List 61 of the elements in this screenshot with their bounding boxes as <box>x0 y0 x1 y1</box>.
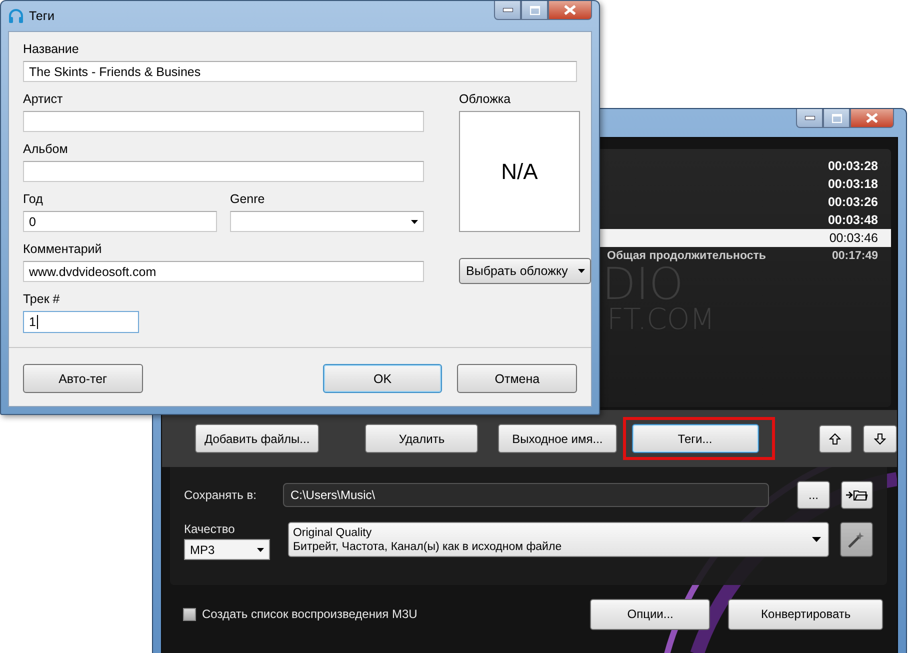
dropdown-arrow-icon <box>411 220 418 224</box>
field-label: Genre <box>230 191 266 207</box>
minimize-button[interactable] <box>796 109 823 128</box>
playlist-checkbox[interactable] <box>183 608 196 620</box>
field-label: Артист <box>23 91 64 107</box>
title-field[interactable]: The Skints - Friends & Busines <box>23 61 577 82</box>
cover-label: Обложка <box>459 91 512 107</box>
playlist-checkbox-label: Создать список воспроизведения M3U <box>202 607 418 621</box>
close-button[interactable] <box>548 1 592 20</box>
close-button[interactable] <box>850 109 894 128</box>
comment-field[interactable]: www.dvdvideosoft.com <box>23 261 424 282</box>
quality-preset-dropdown[interactable]: Original Quality Битрейт, Частота, Канал(ы) как в исходном файле <box>288 522 829 557</box>
field-label: Альбом <box>23 141 69 157</box>
track-field[interactable]: 1 <box>23 311 139 333</box>
field-label: Название <box>23 41 80 57</box>
headphones-icon <box>8 8 24 24</box>
output-name-button[interactable]: Выходное имя... <box>498 424 616 453</box>
ok-button[interactable]: OK <box>322 364 442 393</box>
minimize-icon <box>502 8 512 12</box>
artist-field[interactable] <box>23 111 424 132</box>
minimize-icon <box>804 116 814 120</box>
dropdown-arrow-icon <box>812 537 821 542</box>
dropdown-arrow-icon <box>257 548 264 552</box>
down-arrow-icon <box>874 432 886 444</box>
open-folder-button[interactable] <box>840 481 874 509</box>
cancel-button[interactable]: Отмена <box>457 364 578 393</box>
field-label: Комментарий <box>23 241 103 257</box>
maximize-icon <box>832 114 842 122</box>
dropdown-arrow-icon <box>578 269 585 273</box>
close-icon <box>866 113 878 123</box>
wizard-button[interactable] <box>840 522 874 557</box>
tags-button[interactable]: Теги... <box>632 424 758 453</box>
move-down-button[interactable] <box>863 424 897 452</box>
choose-cover-button[interactable]: Выбрать обложку <box>459 258 591 284</box>
year-field[interactable]: 0 <box>23 211 217 232</box>
convert-button[interactable]: Конвертировать <box>728 598 884 630</box>
format-dropdown[interactable]: MP3 <box>184 539 270 560</box>
browse-button[interactable]: ... <box>797 481 830 509</box>
window-title: Теги <box>29 9 54 23</box>
output-folder-field[interactable]: C:\Users\Music\ <box>283 483 770 507</box>
cover-art-box: N/A <box>459 111 580 232</box>
total-duration-value: 00:17:49 <box>832 249 878 264</box>
maximize-button[interactable] <box>521 1 548 20</box>
total-duration-label: Общая продолжительность <box>607 249 766 264</box>
magic-wand-icon <box>847 530 866 548</box>
auto-tag-button[interactable]: Авто-тег <box>23 364 143 393</box>
maximize-button[interactable] <box>823 109 850 128</box>
minimize-button[interactable] <box>494 1 521 20</box>
up-arrow-icon <box>829 432 842 444</box>
options-button[interactable]: Опции... <box>590 598 710 630</box>
close-icon <box>564 5 576 15</box>
folder-arrow-icon <box>846 489 868 501</box>
add-files-button[interactable]: Добавить файлы... <box>195 424 320 453</box>
remove-button[interactable]: Удалить <box>365 424 478 453</box>
field-label: Трек # <box>23 291 61 307</box>
field-label: Год <box>23 191 44 207</box>
move-up-button[interactable] <box>818 424 852 452</box>
quality-label: Качество <box>184 522 236 536</box>
save-to-label: Сохранять в: <box>184 488 256 502</box>
album-field[interactable] <box>23 161 424 182</box>
maximize-icon <box>530 6 540 14</box>
